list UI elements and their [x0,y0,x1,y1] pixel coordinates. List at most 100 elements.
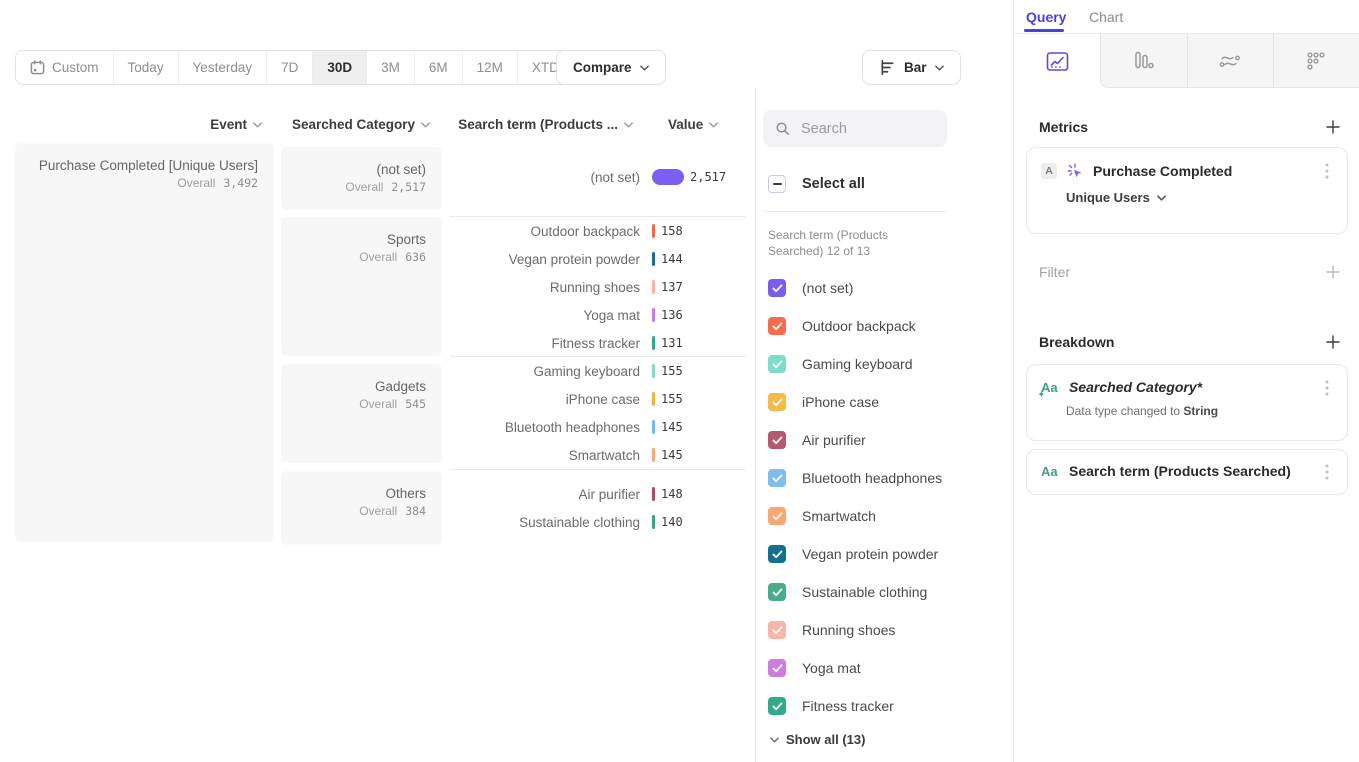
tab-query[interactable]: Query [1026,9,1066,25]
table-row[interactable]: Fitness tracker 131 [450,329,746,357]
date-range-6m[interactable]: 6M [415,51,463,84]
chart-type-button[interactable]: Bar [862,50,961,85]
date-range-30d[interactable]: 30D [313,51,367,84]
legend-item-label: iPhone case [802,394,879,410]
category-cell[interactable]: (not set) Overall2,517 [281,147,442,210]
breakdown-menu-button[interactable] [1319,463,1335,481]
date-range-7d[interactable]: 7D [267,51,313,84]
checkbox-checked[interactable] [768,279,786,297]
row-group-not-set: (not set) 2,517 [450,163,746,191]
category-cell[interactable]: Others Overall384 [281,471,442,545]
value-bar [652,280,655,294]
legend-checkbox-item[interactable]: Gaming keyboard [768,345,942,383]
indeterminate-icon [773,183,782,185]
search-input[interactable] [799,120,929,138]
metric-menu-button[interactable] [1319,162,1335,180]
tab-retention[interactable] [1273,34,1359,88]
date-range-selector: Custom Today Yesterday 7D 30D 3M 6M 12M … [15,50,590,85]
legend-checkbox-item[interactable]: (not set) [768,269,942,307]
check-icon [772,550,783,559]
date-range-3m[interactable]: 3M [367,51,415,84]
flows-icon [1219,52,1241,70]
column-header-searched-category[interactable]: Searched Category [281,117,430,132]
date-range-yesterday[interactable]: Yesterday [179,51,268,84]
legend-checkbox-item[interactable]: Running shoes [768,611,942,649]
check-icon [772,436,783,445]
table-row[interactable]: Air purifier 148 [450,480,746,508]
report-type-tabs [1014,34,1359,88]
legend-item-label: Smartwatch [802,508,876,524]
legend-item-label: (not set) [802,280,853,296]
metric-card[interactable]: A Purchase Completed Unique Users [1026,147,1348,234]
checkbox-checked[interactable] [768,355,786,373]
tab-funnels[interactable] [1100,34,1186,88]
breakdown-card[interactable]: Aa✦ Searched Category* Data type changed… [1026,364,1348,441]
tab-chart[interactable]: Chart [1089,9,1123,25]
table-row[interactable]: Outdoor backpack 158 [450,217,746,245]
legend-checkbox-item[interactable]: Bluetooth headphones [768,459,942,497]
checkbox-checked[interactable] [768,507,786,525]
table-row[interactable]: Vegan protein powder 144 [450,245,746,273]
event-name: Purchase Completed [Unique Users] [31,157,258,174]
legend-checkbox-item[interactable]: Outdoor backpack [768,307,942,345]
checkbox-checked[interactable] [768,317,786,335]
breakdown-card[interactable]: Aa Search term (Products Searched) [1026,449,1348,495]
legend-item-label: Vegan protein powder [802,546,938,562]
check-icon [772,360,783,369]
table-row[interactable]: iPhone case 155 [450,385,746,413]
counting-method-dropdown[interactable]: Unique Users [1066,190,1347,205]
legend-checkbox-item[interactable]: Fitness tracker [768,687,942,725]
checkbox-checked[interactable] [768,469,786,487]
checkbox-checked[interactable] [768,545,786,563]
date-range-custom[interactable]: Custom [16,51,114,84]
horizontal-bar-chart-icon [879,59,896,76]
table-row[interactable]: Gaming keyboard 155 [450,357,746,385]
breakdown-note: Data type changed to String [1066,404,1347,418]
date-range-today[interactable]: Today [114,51,179,84]
add-metric-button[interactable] [1325,119,1341,135]
legend-checkbox-item[interactable]: Smartwatch [768,497,942,535]
checkbox-checked[interactable] [768,697,786,715]
table-row[interactable]: Yoga mat 136 [450,301,746,329]
legend-checkbox-item[interactable]: Yoga mat [768,649,942,687]
legend-checkbox-item[interactable]: Air purifier [768,421,942,459]
check-icon [772,284,783,293]
column-header-value[interactable]: Value [668,117,728,132]
checkbox-checked[interactable] [768,431,786,449]
category-cell[interactable]: Gadgets Overall545 [281,364,442,463]
select-all-checkbox[interactable] [768,175,786,193]
breakdown-menu-button[interactable] [1319,379,1335,397]
metric-series-badge: A [1041,163,1057,179]
show-all-button[interactable]: Show all (13) [770,732,865,747]
legend-checkbox-item[interactable]: Vegan protein powder [768,535,942,573]
row-group-others: Air purifier 148 Sustainable clothing 14… [450,480,746,536]
plus-icon [1325,334,1341,350]
table-row[interactable]: (not set) 2,517 [450,163,746,191]
metric-name: Purchase Completed [1093,163,1232,179]
filter-context-label: Search term (Products Searched) 12 of 13 [768,227,940,259]
checkbox-checked[interactable] [768,583,786,601]
column-header-event[interactable]: Event [15,117,262,132]
string-property-icon: Aa✦ [1041,380,1059,395]
table-row[interactable]: Bluetooth headphones 145 [450,413,746,441]
add-filter-button[interactable] [1325,264,1341,280]
legend-checkbox-item[interactable]: Sustainable clothing [768,573,942,611]
event-cell[interactable]: Purchase Completed [Unique Users] Overal… [15,143,274,542]
compare-button[interactable]: Compare [556,50,666,85]
date-range-12m[interactable]: 12M [463,51,518,84]
select-all-row[interactable]: Select all [768,175,865,193]
table-row[interactable]: Sustainable clothing 140 [450,508,746,536]
checkbox-checked[interactable] [768,621,786,639]
legend-checkbox-item[interactable]: iPhone case [768,383,942,421]
table-row[interactable]: Smartwatch 145 [450,441,746,469]
checkbox-checked[interactable] [768,659,786,677]
column-header-search-term[interactable]: Search term (Products ... [450,117,633,132]
legend-item-label: Sustainable clothing [802,584,927,600]
tab-insights[interactable] [1014,34,1100,88]
add-breakdown-button[interactable] [1325,334,1341,350]
tab-flows[interactable] [1187,34,1273,88]
category-cell[interactable]: Sports Overall636 [281,217,442,356]
legend-item-label: Outdoor backpack [802,318,916,334]
table-row[interactable]: Running shoes 137 [450,273,746,301]
checkbox-checked[interactable] [768,393,786,411]
